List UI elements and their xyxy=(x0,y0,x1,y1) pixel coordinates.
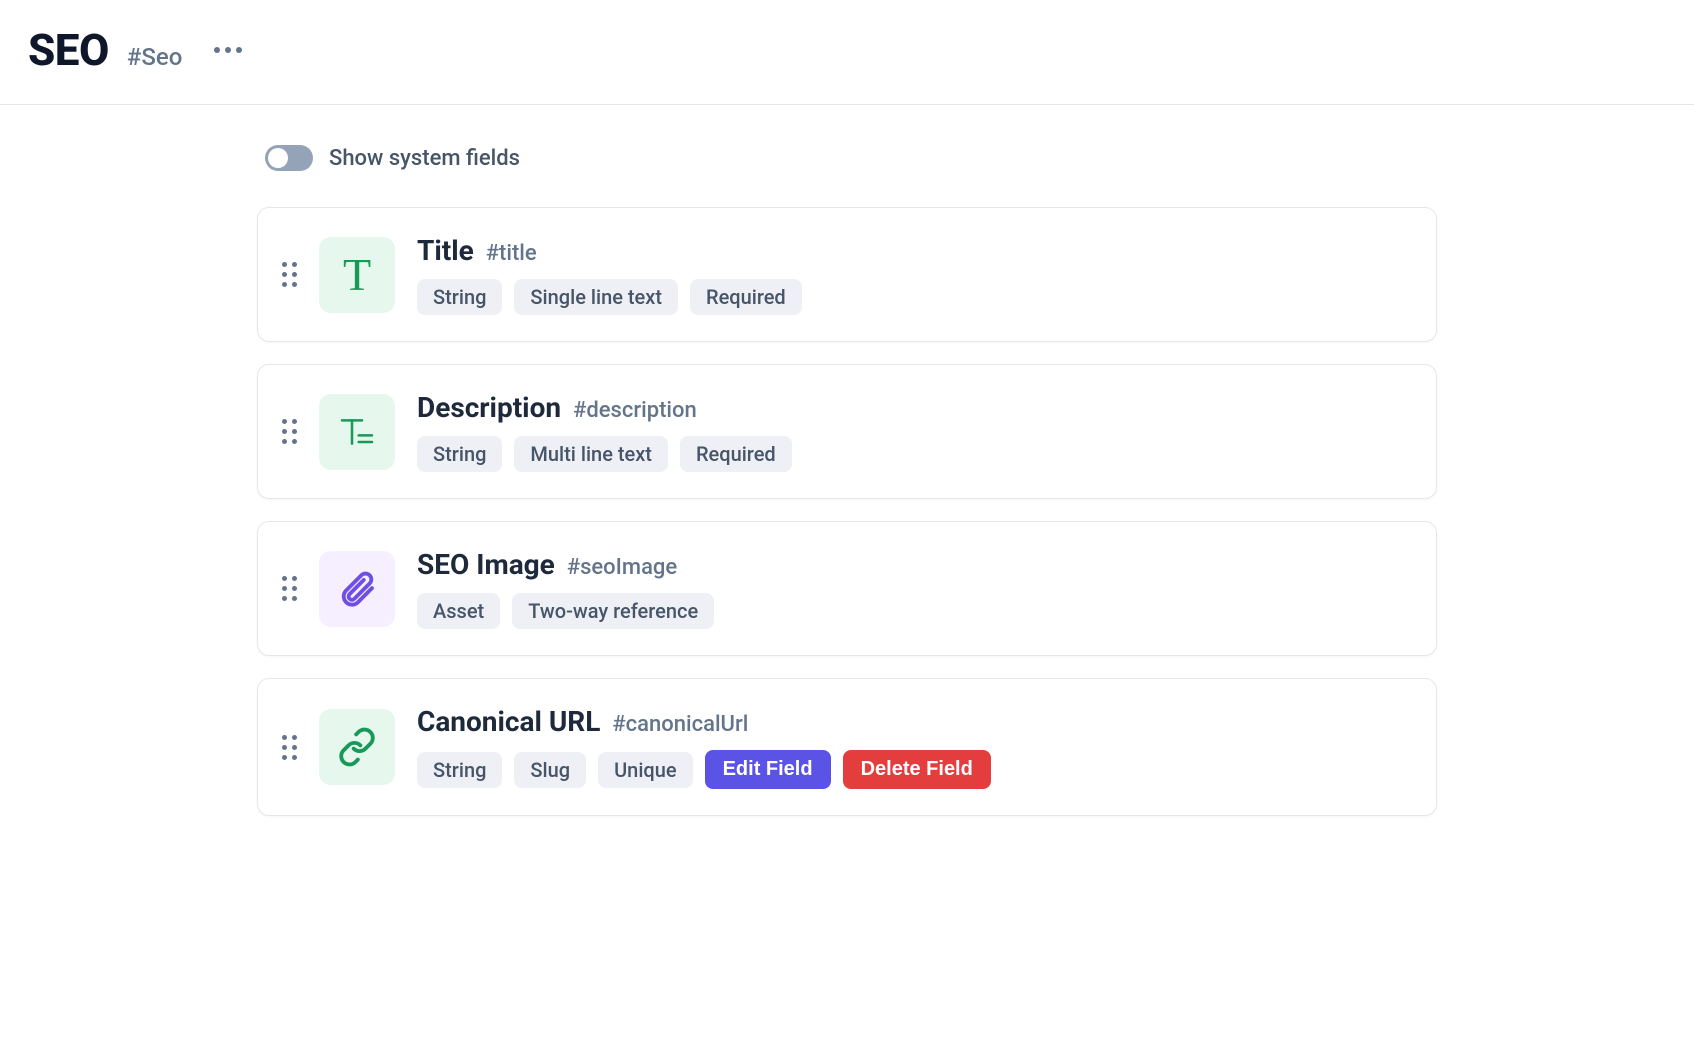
field-badge: String xyxy=(417,436,502,472)
badge-row: String Slug Unique Edit Field Delete Field xyxy=(417,750,1412,789)
field-tag: #title xyxy=(486,241,537,266)
field-card[interactable]: T Title #title String Single line text Requir… xyxy=(257,207,1437,342)
badge-row: String Single line text Required xyxy=(417,279,1412,315)
toggle-knob xyxy=(268,148,288,168)
field-badge: Two-way reference xyxy=(512,593,714,629)
field-badge: Multi line text xyxy=(514,436,668,472)
link-icon xyxy=(337,727,377,767)
field-badge: Unique xyxy=(598,752,692,788)
field-badge: String xyxy=(417,752,502,788)
field-badge: String xyxy=(417,279,502,315)
field-body: Canonical URL #canonicalUrl String Slug Uniq… xyxy=(417,705,1412,789)
field-type-icon: T xyxy=(319,237,395,313)
attachment-icon xyxy=(337,569,377,609)
field-badge: Required xyxy=(690,279,802,315)
show-system-fields-label: Show system fields xyxy=(329,146,520,171)
field-card[interactable]: Description #description String Multi line … xyxy=(257,364,1437,499)
delete-field-button[interactable]: Delete Field xyxy=(843,750,991,789)
field-title-row: SEO Image #seoImage xyxy=(417,548,1412,581)
badge-row: Asset Two-way reference xyxy=(417,593,1412,629)
text-icon: T xyxy=(343,248,371,301)
page-tag: #Seo xyxy=(127,43,182,71)
content-area: Show system fields T Title #title String Sin… xyxy=(247,105,1447,878)
field-title-row: Description #description xyxy=(417,391,1412,424)
field-name: Description xyxy=(417,391,561,424)
show-system-fields-row: Show system fields xyxy=(265,145,1437,171)
field-type-icon xyxy=(319,709,395,785)
drag-handle-icon[interactable] xyxy=(282,576,297,601)
field-name: Title xyxy=(417,234,474,267)
field-badge: Required xyxy=(680,436,792,472)
show-system-fields-toggle[interactable] xyxy=(265,145,313,171)
field-name: SEO Image xyxy=(417,548,555,581)
field-card[interactable]: SEO Image #seoImage Asset Two-way reference xyxy=(257,521,1437,656)
page-title: SEO xyxy=(28,24,109,76)
field-tag: #canonicalUrl xyxy=(612,712,748,737)
field-type-icon xyxy=(319,394,395,470)
field-tag: #seoImage xyxy=(567,555,677,580)
edit-field-button[interactable]: Edit Field xyxy=(705,750,831,789)
field-body: Description #description String Multi line … xyxy=(417,391,1412,472)
drag-handle-icon[interactable] xyxy=(282,419,297,444)
field-badge: Slug xyxy=(514,752,586,788)
drag-handle-icon[interactable] xyxy=(282,262,297,287)
drag-handle-icon[interactable] xyxy=(282,735,297,760)
field-badge: Asset xyxy=(417,593,500,629)
field-body: Title #title String Single line text Require… xyxy=(417,234,1412,315)
field-tag: #description xyxy=(573,398,697,423)
more-actions-button[interactable] xyxy=(210,43,246,57)
field-type-icon xyxy=(319,551,395,627)
page-header: SEO #Seo xyxy=(0,0,1694,105)
field-title-row: Title #title xyxy=(417,234,1412,267)
field-body: SEO Image #seoImage Asset Two-way reference xyxy=(417,548,1412,629)
field-badge: Single line text xyxy=(514,279,678,315)
field-name: Canonical URL xyxy=(417,705,600,738)
field-title-row: Canonical URL #canonicalUrl xyxy=(417,705,1412,738)
multiline-text-icon xyxy=(337,412,377,452)
field-card[interactable]: Canonical URL #canonicalUrl String Slug Uniq… xyxy=(257,678,1437,816)
badge-row: String Multi line text Required xyxy=(417,436,1412,472)
